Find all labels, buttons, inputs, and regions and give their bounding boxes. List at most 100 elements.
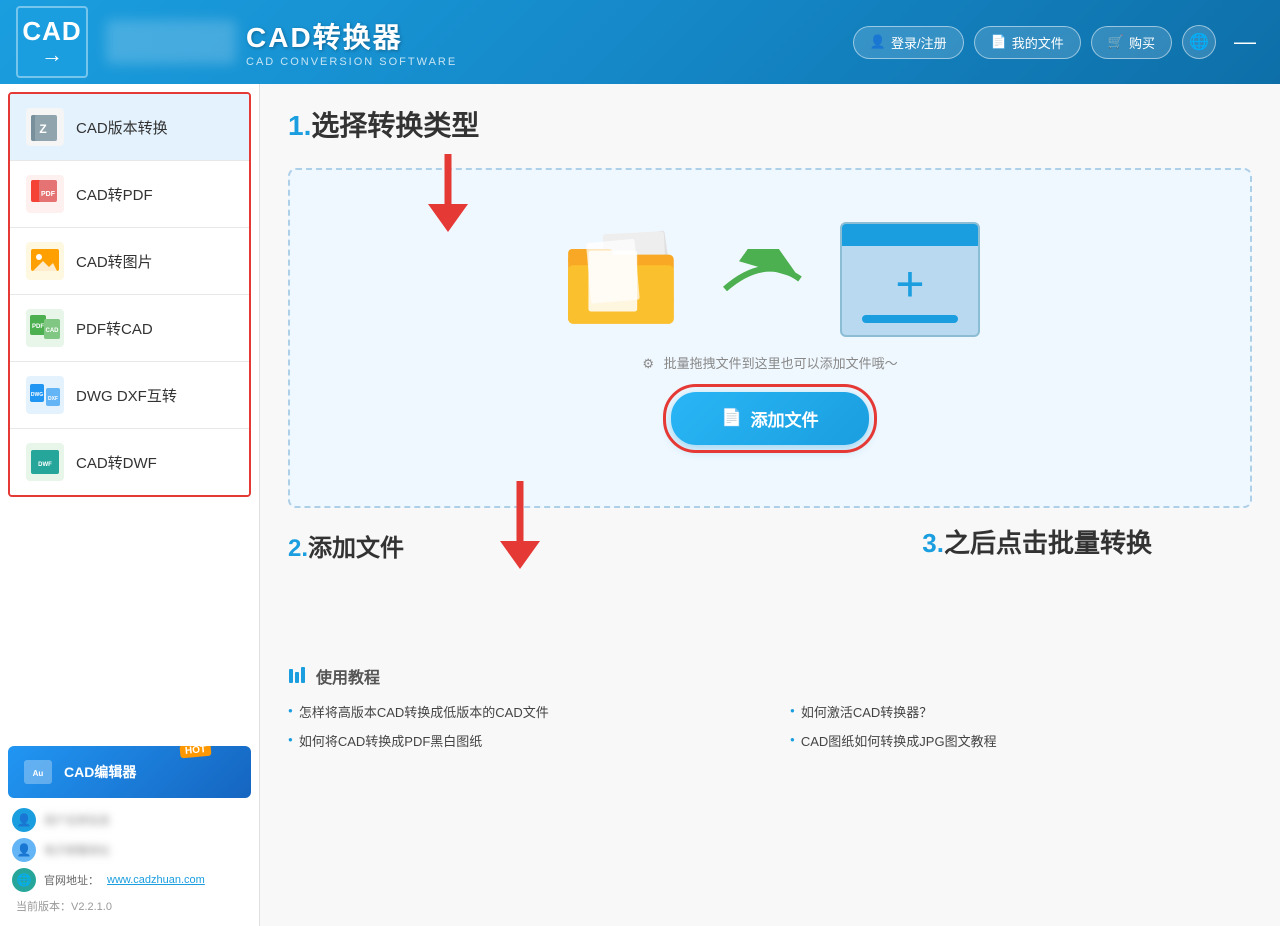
logo-arrow-icon: → xyxy=(41,44,63,66)
version-label: 当前版本：V2.2.1.0 xyxy=(12,898,112,914)
avatar-row: 👤 电子邮箱地址 xyxy=(12,838,247,862)
main-content: 1.选择转换类型 xyxy=(260,84,1280,926)
tutorial-section: 使用教程 怎样将高版本CAD转换成低版本的CAD文件 如何激活CAD转换器？ 如… xyxy=(288,664,1252,750)
to-dwf-icon: DWF xyxy=(26,443,64,481)
logo-blurred-image xyxy=(106,20,236,64)
hint-gear-icon: ⚙ xyxy=(642,356,654,371)
tutorial-links-grid: 怎样将高版本CAD转换成低版本的CAD文件 如何激活CAD转换器？ 如何将CAD… xyxy=(288,702,1252,750)
hot-badge: HOT xyxy=(179,746,211,758)
editor-banner[interactable]: HOT Au CAD编辑器 xyxy=(8,746,251,798)
login-register-button[interactable]: 👤 登录/注册 xyxy=(853,26,964,59)
step1-arrow-icon xyxy=(418,154,478,234)
my-files-label: 我的文件 xyxy=(1012,33,1064,52)
step2-text: 添加文件 xyxy=(308,535,404,562)
drop-illustration: + xyxy=(560,222,980,337)
svg-text:CAD: CAD xyxy=(46,328,60,334)
website-url[interactable]: www.cadzhuan.com xyxy=(107,874,205,886)
svg-text:DWF: DWF xyxy=(38,462,52,468)
sidebar: Z CAD版本转换 PDF CAD转PDF xyxy=(0,84,260,926)
to-pdf-label: CAD转PDF xyxy=(76,184,153,205)
email-blurred: 电子邮箱地址 xyxy=(44,842,110,858)
svg-text:DWG: DWG xyxy=(31,392,43,398)
step3-title: 3.之后点击批量转换 xyxy=(922,528,1152,558)
version-label: CAD版本转换 xyxy=(76,117,168,138)
sidebar-item-dwg-dxf[interactable]: DWG DXF DWG DXF互转 xyxy=(10,362,249,429)
files-icon: 📄 xyxy=(991,34,1007,50)
target-box-header xyxy=(842,224,978,246)
main-layout: Z CAD版本转换 PDF CAD转PDF xyxy=(0,84,1280,926)
version-icon: Z xyxy=(26,108,64,146)
logo-title-area: CAD转换器 CAD CONVERSION SOFTWARE xyxy=(246,16,457,68)
add-file-label: 添加文件 xyxy=(751,406,819,431)
sidebar-item-to-pdf[interactable]: PDF CAD转PDF xyxy=(10,161,249,228)
step-labels: 2.添加文件 3.之后点击批量转换 xyxy=(288,528,1252,578)
to-pdf-icon: PDF xyxy=(26,175,64,213)
logo-box: CAD → xyxy=(16,6,88,78)
tutorial-link-3[interactable]: CAD图纸如何转换成JPG图文教程 xyxy=(790,731,1252,750)
target-box-bar xyxy=(862,315,957,323)
to-img-label: CAD转图片 xyxy=(76,251,153,272)
website-label: 官网地址： xyxy=(44,872,99,888)
arrow1-container xyxy=(418,154,478,234)
login-label: 登录/注册 xyxy=(891,33,947,52)
header-right-actions: 👤 登录/注册 📄 我的文件 🛒 购买 🌐 — xyxy=(853,25,1264,59)
tutorial-link-1[interactable]: 如何将CAD转换成PDF黑白图纸 xyxy=(288,731,750,750)
sidebar-item-to-dwf[interactable]: DWF CAD转DWF xyxy=(10,429,249,495)
to-dwf-label: CAD转DWF xyxy=(76,452,157,473)
globe-row: 🌐 官网地址： www.cadzhuan.com xyxy=(12,868,247,892)
user-icon: 👤 xyxy=(870,34,886,50)
tutorial-title: 使用教程 xyxy=(316,664,380,688)
step2-title: 2.添加文件 xyxy=(288,535,404,562)
svg-text:Z: Z xyxy=(39,122,46,136)
dwg-dxf-label: DWG DXF互转 xyxy=(76,385,177,406)
svg-text:PDF: PDF xyxy=(41,191,56,198)
target-plus-icon: + xyxy=(895,255,924,313)
minimize-button[interactable]: — xyxy=(1226,29,1264,55)
user-info-row: 👤 用户名称信息 xyxy=(12,808,247,832)
my-files-button[interactable]: 📄 我的文件 xyxy=(974,26,1081,59)
editor-label: CAD编辑器 xyxy=(64,762,136,782)
dwg-dxf-icon: DWG DXF xyxy=(26,376,64,414)
globe-button[interactable]: 🌐 xyxy=(1182,25,1216,59)
user-name-blurred: 用户名称信息 xyxy=(44,812,110,828)
drop-zone-wrapper: + ⚙ 批量拖拽文件到这里也可以添加文件哦～ 📄 添加文件 xyxy=(288,168,1252,508)
tutorial-header-icon xyxy=(288,666,308,686)
step1-number: 1. xyxy=(288,110,311,141)
website-icon: 🌐 xyxy=(12,868,36,892)
app-subtitle: CAD CONVERSION SOFTWARE xyxy=(246,56,457,68)
app-title: CAD转换器 xyxy=(246,16,457,56)
buy-button[interactable]: 🛒 购买 xyxy=(1091,26,1172,59)
from-pdf-icon: PDF CAD xyxy=(26,309,64,347)
step3-text: 之后点击批量转换 xyxy=(944,528,1152,558)
sidebar-item-version[interactable]: Z CAD版本转换 xyxy=(10,94,249,161)
drop-hint-text: 批量拖拽文件到这里也可以添加文件哦～ xyxy=(664,356,898,371)
editor-icon: Au xyxy=(22,756,54,788)
svg-text:DXF: DXF xyxy=(48,396,58,402)
sidebar-item-to-img[interactable]: CAD转图片 xyxy=(10,228,249,295)
svg-text:Au: Au xyxy=(33,769,44,778)
step1-title: 1.选择转换类型 xyxy=(288,104,1252,144)
person-icon: 👤 xyxy=(12,838,36,862)
logo-cad-text: CAD xyxy=(22,18,81,44)
tutorial-link-0[interactable]: 怎样将高版本CAD转换成低版本的CAD文件 xyxy=(288,702,750,721)
logo-area: CAD → CAD转换器 CAD CONVERSION SOFTWARE xyxy=(16,6,457,78)
user-avatar-icon: 👤 xyxy=(12,808,36,832)
folder-icon xyxy=(560,224,690,334)
svg-text:PDF: PDF xyxy=(32,324,44,330)
globe-icon: 🌐 xyxy=(1189,32,1209,52)
sidebar-item-from-pdf[interactable]: PDF CAD PDF转CAD xyxy=(10,295,249,362)
target-box: + xyxy=(840,222,980,337)
to-img-icon xyxy=(26,242,64,280)
sidebar-info: 👤 用户名称信息 👤 电子邮箱地址 🌐 官网地址： www.cadzhuan.c… xyxy=(8,798,251,918)
sidebar-bottom: HOT Au CAD编辑器 👤 用户名称信息 👤 电子邮箱地址 🌐 xyxy=(0,734,259,926)
add-file-icon: 📄 xyxy=(721,408,742,428)
step2-label-container: 2.添加文件 xyxy=(288,528,404,563)
from-pdf-label: PDF转CAD xyxy=(76,318,153,339)
transfer-arrow-icon xyxy=(720,249,810,309)
tutorial-link-2[interactable]: 如何激活CAD转换器？ xyxy=(790,702,1252,721)
add-file-button[interactable]: 📄 添加文件 xyxy=(671,392,868,445)
app-header: CAD → CAD转换器 CAD CONVERSION SOFTWARE 👤 登… xyxy=(0,0,1280,84)
cart-icon: 🛒 xyxy=(1108,34,1124,50)
buy-label: 购买 xyxy=(1129,33,1155,52)
step1-text: 选择转换类型 xyxy=(311,110,479,141)
